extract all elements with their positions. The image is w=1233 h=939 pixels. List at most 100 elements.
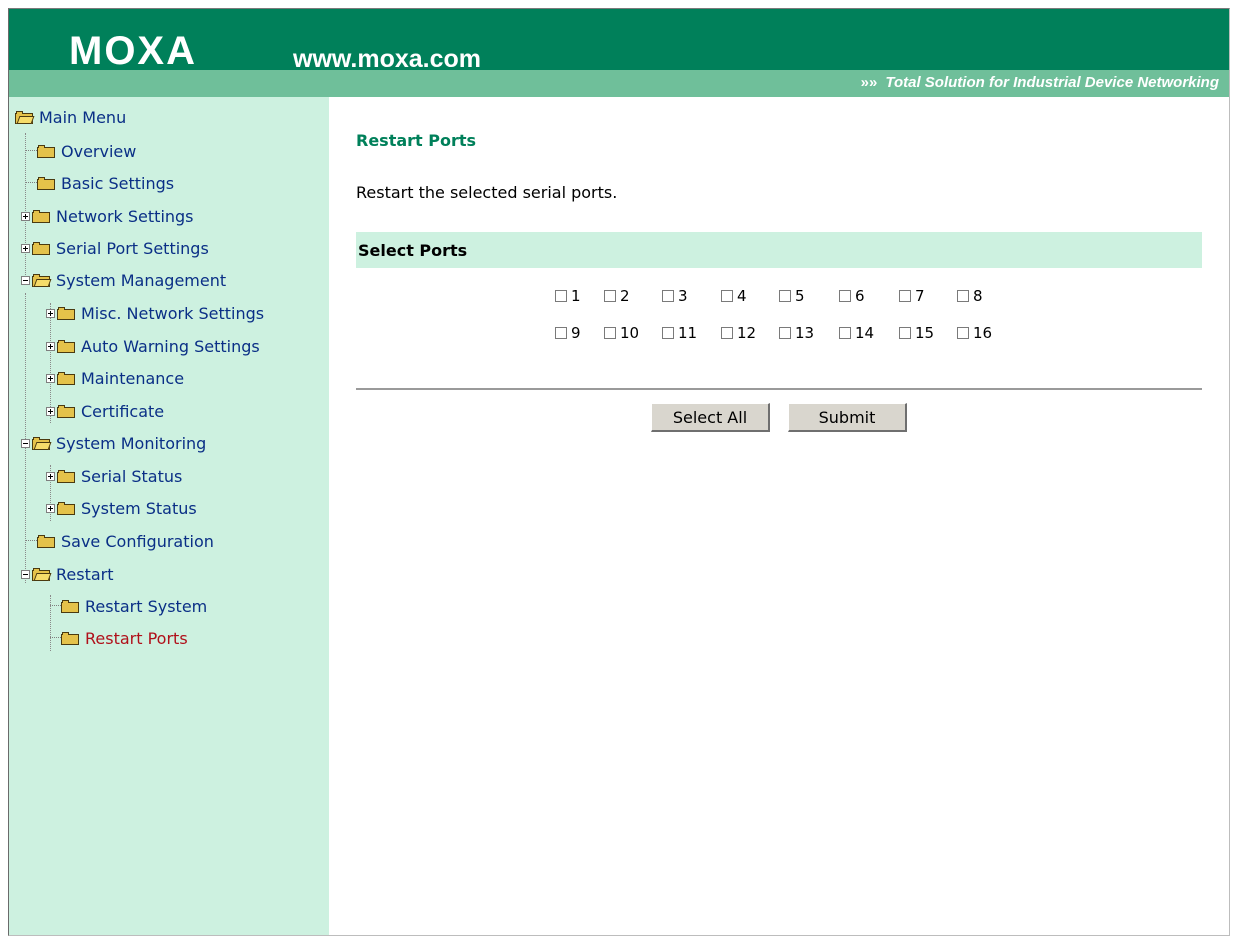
- port-label: 7: [915, 287, 925, 305]
- checkbox[interactable]: [555, 290, 567, 302]
- sidebar-item-system-management[interactable]: System Management: [21, 268, 226, 292]
- port-checkbox-6[interactable]: 6: [839, 287, 865, 305]
- main-content: Restart Ports Restart the selected seria…: [329, 97, 1229, 935]
- checkbox[interactable]: [899, 290, 911, 302]
- folder-icon: [61, 631, 79, 645]
- folder-open-icon: [32, 436, 52, 450]
- checkbox[interactable]: [721, 290, 733, 302]
- sidebar-item-restart-ports[interactable]: Restart Ports: [50, 626, 188, 650]
- checkbox[interactable]: [662, 327, 674, 339]
- folder-icon: [57, 404, 75, 418]
- checkbox[interactable]: [839, 290, 851, 302]
- port-checkbox-11[interactable]: 11: [662, 324, 697, 342]
- collapse-minus-icon[interactable]: [21, 275, 30, 285]
- sidebar-item-auto-warning-settings[interactable]: Auto Warning Settings: [46, 334, 260, 358]
- collapse-minus-icon[interactable]: [21, 569, 30, 579]
- checkbox[interactable]: [779, 290, 791, 302]
- port-checkbox-9[interactable]: 9: [555, 324, 581, 342]
- sidebar-item-label: Misc. Network Settings: [81, 303, 265, 323]
- select-all-button[interactable]: Select All: [651, 403, 770, 432]
- port-label: 10: [620, 324, 640, 342]
- port-checkbox-8[interactable]: 8: [957, 287, 983, 305]
- checkbox[interactable]: [604, 327, 616, 339]
- expand-plus-icon[interactable]: [46, 308, 55, 318]
- port-checkbox-10[interactable]: 10: [604, 324, 639, 342]
- port-checkbox-3[interactable]: 3: [662, 287, 688, 305]
- sidebar-item-label: Restart Ports: [85, 628, 188, 648]
- sidebar-item-label: Overview: [61, 141, 137, 161]
- port-checkbox-14[interactable]: 14: [839, 324, 874, 342]
- port-checkbox-12[interactable]: 12: [721, 324, 756, 342]
- expand-plus-icon[interactable]: [46, 406, 55, 416]
- checkbox[interactable]: [721, 327, 733, 339]
- port-checkbox-4[interactable]: 4: [721, 287, 747, 305]
- browser-frame: MOXA www.moxa.com »» Total Solution for I…: [8, 8, 1230, 936]
- sidebar-item-restart[interactable]: Restart: [21, 562, 114, 586]
- folder-icon: [32, 209, 50, 223]
- sidebar-item-label: Certificate: [81, 401, 165, 421]
- header-banner: MOXA www.moxa.com »» Total Solution for I…: [9, 9, 1229, 97]
- port-checkbox-1[interactable]: 1: [555, 287, 581, 305]
- sidebar-item-serial-status[interactable]: Serial Status: [46, 464, 182, 488]
- submit-button[interactable]: Submit: [788, 403, 907, 432]
- folder-icon: [37, 144, 55, 158]
- sidebar-menu: Main Menu Overview Basic Settings Networ…: [9, 97, 329, 935]
- sidebar-item-network-settings[interactable]: Network Settings: [21, 204, 194, 228]
- port-label: 5: [795, 287, 805, 305]
- folder-icon: [57, 501, 75, 515]
- moxa-logo[interactable]: MOXA: [69, 31, 197, 71]
- folder-icon: [37, 534, 55, 548]
- port-checkbox-16[interactable]: 16: [957, 324, 992, 342]
- folder-open-icon: [32, 273, 52, 287]
- sidebar-item-certificate[interactable]: Certificate: [46, 399, 164, 423]
- tagline-arrows-icon: »»: [860, 74, 878, 91]
- sidebar-item-system-monitoring[interactable]: System Monitoring: [21, 431, 206, 455]
- sidebar-item-label: Network Settings: [56, 206, 194, 226]
- checkbox[interactable]: [662, 290, 674, 302]
- sidebar-item-maintenance[interactable]: Maintenance: [46, 366, 184, 390]
- checkbox[interactable]: [555, 327, 567, 339]
- sidebar-item-overview[interactable]: Overview: [26, 139, 136, 163]
- port-label: 15: [915, 324, 935, 342]
- sidebar-item-label: Auto Warning Settings: [81, 336, 260, 356]
- port-checkbox-7[interactable]: 7: [899, 287, 925, 305]
- folder-icon: [57, 339, 75, 353]
- checkbox[interactable]: [899, 327, 911, 339]
- port-label: 12: [737, 324, 757, 342]
- expand-plus-icon[interactable]: [21, 211, 30, 221]
- expand-plus-icon[interactable]: [46, 471, 55, 481]
- sidebar-item-system-status[interactable]: System Status: [46, 496, 197, 520]
- sidebar-item-misc-network-settings[interactable]: Misc. Network Settings: [46, 301, 264, 325]
- checkbox[interactable]: [957, 327, 969, 339]
- port-checkbox-13[interactable]: 13: [779, 324, 814, 342]
- section-title: Select Ports: [358, 241, 468, 260]
- expand-plus-icon[interactable]: [46, 373, 55, 383]
- checkbox[interactable]: [779, 327, 791, 339]
- sidebar-item-basic-settings[interactable]: Basic Settings: [26, 171, 174, 195]
- port-checkbox-5[interactable]: 5: [779, 287, 805, 305]
- checkbox[interactable]: [839, 327, 851, 339]
- checkbox[interactable]: [957, 290, 969, 302]
- sidebar-item-restart-system[interactable]: Restart System: [50, 594, 207, 618]
- sidebar-item-label: System Monitoring: [56, 433, 207, 453]
- sidebar-item-serial-port-settings[interactable]: Serial Port Settings: [21, 236, 209, 260]
- expand-plus-icon[interactable]: [46, 341, 55, 351]
- collapse-minus-icon[interactable]: [21, 438, 30, 448]
- port-checkbox-15[interactable]: 15: [899, 324, 934, 342]
- port-label: 3: [678, 287, 688, 305]
- expand-plus-icon[interactable]: [21, 243, 30, 253]
- folder-open-icon: [15, 110, 35, 124]
- port-checkbox-2[interactable]: 2: [604, 287, 630, 305]
- sidebar-item-main-menu[interactable]: Main Menu: [15, 105, 126, 129]
- expand-plus-icon[interactable]: [46, 503, 55, 513]
- sidebar-item-label: System Status: [81, 498, 197, 518]
- divider: [356, 388, 1202, 390]
- folder-icon: [57, 306, 75, 320]
- port-label: 11: [678, 324, 698, 342]
- sidebar-item-label: System Management: [56, 270, 227, 290]
- port-label: 16: [973, 324, 993, 342]
- sidebar-item-save-configuration[interactable]: Save Configuration: [26, 529, 214, 553]
- checkbox[interactable]: [604, 290, 616, 302]
- port-label: 6: [855, 287, 865, 305]
- moxa-url-link[interactable]: www.moxa.com: [293, 45, 481, 73]
